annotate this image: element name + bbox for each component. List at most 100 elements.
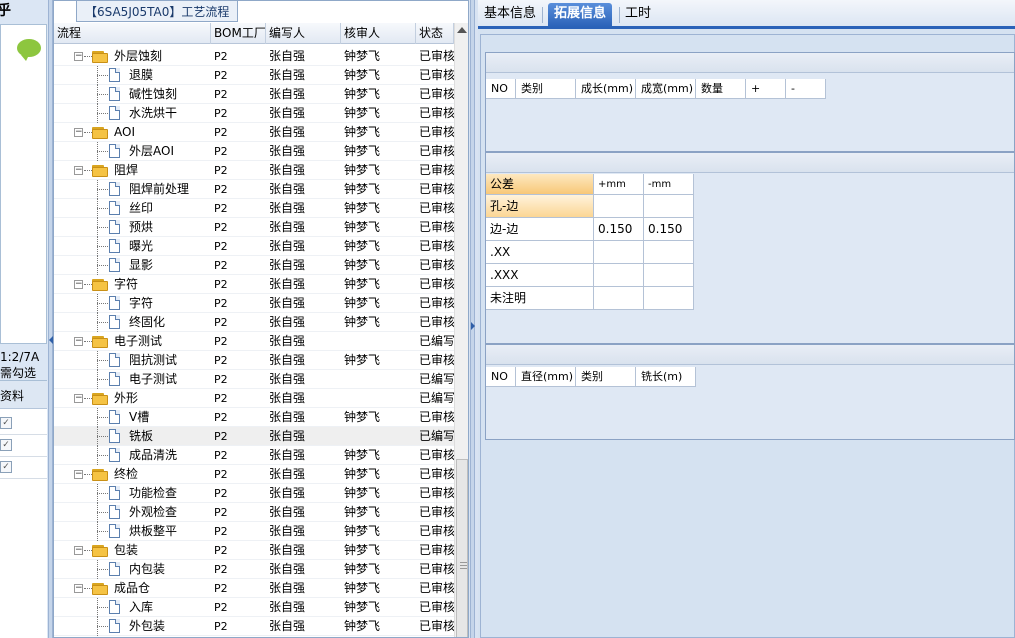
checkbox-checked-icon[interactable]: ✓ xyxy=(0,439,12,451)
checkbox-checked-icon[interactable]: ✓ xyxy=(0,461,12,473)
table-row[interactable]: − 包装 P2 张自强 钟梦飞 已审核 xyxy=(54,541,454,560)
grid-header-quantity[interactable]: 数量 xyxy=(696,79,746,99)
tolerance-minus-cell[interactable] xyxy=(644,241,694,264)
table-row[interactable]: 功能检查 P2 张自强 钟梦飞 已审核 xyxy=(54,484,454,503)
collapse-toggle-icon[interactable]: − xyxy=(74,280,83,289)
grid-header-no[interactable]: NO xyxy=(486,367,516,387)
table-row[interactable]: 显影 P2 张自强 钟梦飞 已审核 xyxy=(54,256,454,275)
table-row[interactable]: 入库 P2 张自强 钟梦飞 已审核 xyxy=(54,598,454,617)
writer-cell: 张自强 xyxy=(269,600,306,614)
column-header-writer[interactable]: 编写人 xyxy=(266,23,341,44)
table-row[interactable]: 外观检查 P2 张自强 钟梦飞 已审核 xyxy=(54,503,454,522)
bom-factory-cell: P2 xyxy=(214,392,228,405)
table-row[interactable]: − 电子测试 P2 张自强 已编写 xyxy=(54,332,454,351)
grid-header-diameter[interactable]: 直径(mm) xyxy=(516,367,576,387)
grid-header-width[interactable]: 成宽(mm) xyxy=(636,79,696,99)
writer-cell: 张自强 xyxy=(269,87,306,101)
table-row[interactable]: 水洗烘干 P2 张自强 钟梦飞 已审核 xyxy=(54,104,454,123)
table-row[interactable]: 丝印 P2 张自强 钟梦飞 已审核 xyxy=(54,199,454,218)
table-row[interactable]: 成品清洗 P2 张自强 钟梦飞 已审核 xyxy=(54,446,454,465)
tolerance-minus-cell[interactable] xyxy=(644,195,694,218)
detail-panel: 基本信息 拓展信息 工时 NO 类别 成长(mm) 成宽(mm) 数量 + - … xyxy=(478,0,1015,638)
tolerance-minus-cell[interactable]: 0.150 xyxy=(644,218,694,241)
tab-work-hours[interactable]: 工时 xyxy=(619,3,657,27)
collapse-right-arrow-icon[interactable] xyxy=(471,322,475,330)
scrollbar-thumb[interactable] xyxy=(456,459,468,637)
column-header-bom-factory[interactable]: BOM工厂 xyxy=(211,23,266,44)
table-row[interactable]: 曝光 P2 张自强 钟梦飞 已审核 xyxy=(54,237,454,256)
table-row[interactable]: 字符 P2 张自强 钟梦飞 已审核 xyxy=(54,294,454,313)
tolerance-plus-cell[interactable] xyxy=(594,287,644,310)
table-row[interactable]: 电子测试 P2 张自强 已编写 xyxy=(54,370,454,389)
column-header-status[interactable]: 状态 xyxy=(416,23,454,44)
left-grid-row[interactable]: ✓ xyxy=(0,413,47,435)
process-name: 成品仓 xyxy=(114,581,151,595)
table-row[interactable]: V槽 P2 张自强 钟梦飞 已审核 xyxy=(54,408,454,427)
scroll-up-arrow-icon[interactable] xyxy=(457,27,467,33)
tolerance-plus-cell[interactable] xyxy=(594,264,644,287)
tab-basic-info[interactable]: 基本信息 xyxy=(478,3,542,27)
tree-connector xyxy=(97,626,108,627)
table-row[interactable]: − 外形 P2 张自强 已编写 xyxy=(54,389,454,408)
table-row[interactable]: − 阻焊 P2 张自强 钟梦飞 已审核 xyxy=(54,161,454,180)
collapse-toggle-icon[interactable]: − xyxy=(74,337,83,346)
folder-icon xyxy=(92,51,108,63)
tolerance-plus-cell[interactable] xyxy=(594,241,644,264)
collapse-toggle-icon[interactable]: − xyxy=(74,584,83,593)
collapse-toggle-icon[interactable]: − xyxy=(74,128,83,137)
left-grid-row[interactable]: ✓ xyxy=(0,435,47,457)
column-header-process[interactable]: 流程 xyxy=(54,23,211,44)
tolerance-minus-cell[interactable] xyxy=(644,287,694,310)
tolerance-plus-cell[interactable]: 0.150 xyxy=(594,218,644,241)
table-row[interactable]: − 终检 P2 张自强 钟梦飞 已审核 xyxy=(54,465,454,484)
reviewer-cell xyxy=(341,427,416,446)
grid-header-length[interactable]: 成长(mm) xyxy=(576,79,636,99)
table-row[interactable]: 退膜 P2 张自强 钟梦飞 已审核 xyxy=(54,66,454,85)
table-row[interactable]: 预烘 P2 张自强 钟梦飞 已审核 xyxy=(54,218,454,237)
collapse-toggle-icon[interactable]: − xyxy=(74,166,83,175)
table-row[interactable]: − 成品仓 P2 张自强 钟梦飞 已审核 xyxy=(54,579,454,598)
bom-factory-cell: P2 xyxy=(214,354,228,367)
table-row[interactable]: 碱性蚀刻 P2 张自强 钟梦飞 已审核 xyxy=(54,85,454,104)
middle-splitter[interactable] xyxy=(470,0,475,638)
collapse-toggle-icon[interactable]: − xyxy=(74,470,83,479)
left-side-panel: 乎 1:2/7A 需勾选 资料 ✓ ✓ ✓ xyxy=(0,0,50,638)
reviewer-cell: 钟梦飞 xyxy=(344,144,381,158)
tree-connector xyxy=(97,455,108,456)
checkbox-checked-icon[interactable]: ✓ xyxy=(0,417,12,429)
tab-extended-info[interactable]: 拓展信息 xyxy=(548,3,613,27)
grid-header-category[interactable]: 类别 xyxy=(576,367,636,387)
column-header-reviewer[interactable]: 核审人 xyxy=(341,23,416,44)
document-icon xyxy=(109,258,120,272)
left-grid-row[interactable]: ✓ xyxy=(0,457,47,479)
grid-header-no[interactable]: NO xyxy=(486,79,516,99)
table-row[interactable]: 铣板 P2 张自强 已编写 xyxy=(54,427,454,446)
reviewer-cell: 钟梦飞 xyxy=(344,163,381,177)
vertical-scrollbar[interactable] xyxy=(454,23,468,637)
table-row[interactable]: − 字符 P2 张自强 钟梦飞 已审核 xyxy=(54,275,454,294)
collapse-toggle-icon[interactable]: − xyxy=(74,52,83,61)
reviewer-cell: 钟梦飞 xyxy=(344,467,381,481)
table-row[interactable]: 阻抗测试 P2 张自强 钟梦飞 已审核 xyxy=(54,351,454,370)
grid-header-milling-length[interactable]: 铣长(m) xyxy=(636,367,696,387)
collapse-toggle-icon[interactable]: − xyxy=(74,394,83,403)
folder-icon xyxy=(92,127,108,139)
table-row[interactable]: − AOI P2 张自强 钟梦飞 已审核 xyxy=(54,123,454,142)
document-icon xyxy=(109,562,120,576)
tolerance-minus-cell[interactable] xyxy=(644,264,694,287)
grid-header-plus[interactable]: + xyxy=(746,79,786,99)
collapse-toggle-icon[interactable]: − xyxy=(74,546,83,555)
table-row[interactable]: 阻焊前处理 P2 张自强 钟梦飞 已审核 xyxy=(54,180,454,199)
status-cell: 已编写 xyxy=(419,391,454,405)
table-row[interactable]: 内包装 P2 张自强 钟梦飞 已审核 xyxy=(54,560,454,579)
table-row[interactable]: 烘板整平 P2 张自强 钟梦飞 已审核 xyxy=(54,522,454,541)
table-row[interactable]: 外包装 P2 张自强 钟梦飞 已审核 xyxy=(54,617,454,636)
table-row[interactable]: − 外层蚀刻 P2 张自强 钟梦飞 已审核 xyxy=(54,47,454,66)
grid-header-category[interactable]: 类别 xyxy=(516,79,576,99)
grid-header-minus[interactable]: - xyxy=(786,79,826,99)
table-row[interactable]: 终固化 P2 张自强 钟梦飞 已审核 xyxy=(54,313,454,332)
document-icon xyxy=(109,619,120,633)
chat-bubble-icon[interactable] xyxy=(17,39,41,61)
tolerance-plus-cell[interactable] xyxy=(594,195,644,218)
table-row[interactable]: 外层AOI P2 张自强 钟梦飞 已审核 xyxy=(54,142,454,161)
